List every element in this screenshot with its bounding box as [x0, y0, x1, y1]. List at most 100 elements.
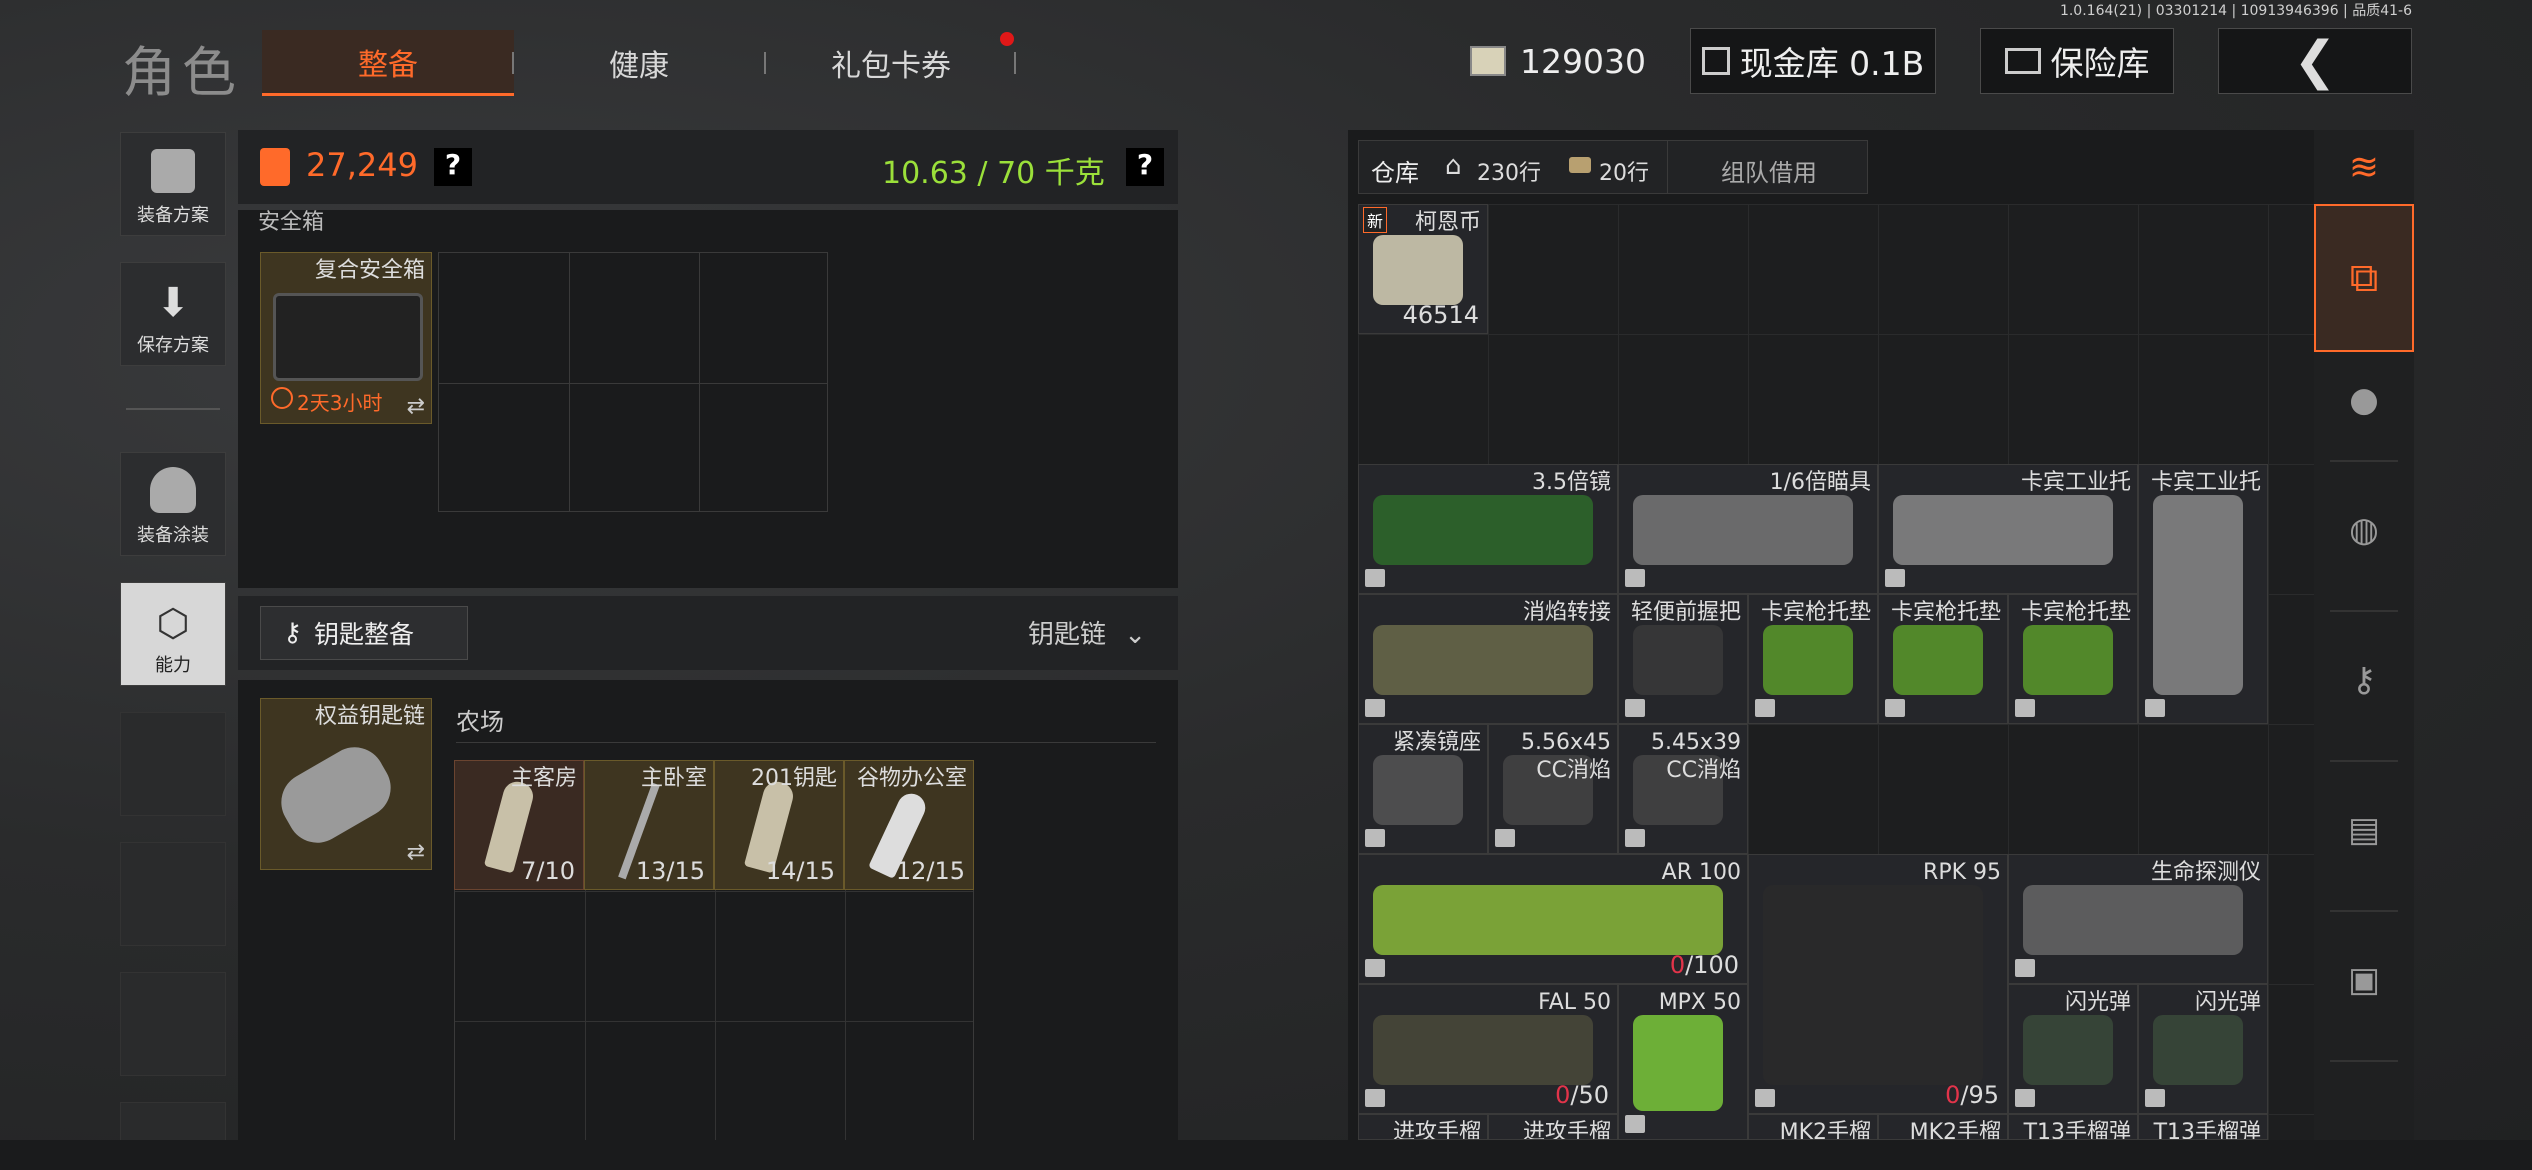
- category-cash-icon[interactable]: ▤: [2314, 790, 2414, 870]
- weight-help-button[interactable]: ?: [1126, 148, 1164, 186]
- item-name: 5.56x45 CC消焰: [1521, 730, 1611, 783]
- box-icon: [1625, 1115, 1645, 1133]
- item-name: 进攻手榴: [1392, 1120, 1481, 1140]
- cash-icon: [1470, 46, 1507, 76]
- tab-health[interactable]: 健康: [514, 30, 764, 96]
- page-title: 角色: [122, 41, 242, 104]
- empty-slot: [120, 972, 226, 1076]
- warehouse-item[interactable]: T13手榴弹: [2008, 1114, 2138, 1140]
- tab-gift-coupons[interactable]: 礼包卡券: [766, 30, 1016, 96]
- category-all-icon[interactable]: ≋: [2314, 130, 2414, 204]
- durability-max: /50: [1570, 1081, 1609, 1109]
- warehouse-item[interactable]: 1/6倍瞄具: [1618, 464, 1878, 594]
- warehouse-item[interactable]: 卡宾枪托垫: [1878, 594, 2008, 724]
- item-name: 卡宾工业托: [2150, 470, 2261, 495]
- save-plan-button[interactable]: ⬇ 保存方案: [120, 262, 226, 366]
- warehouse-item[interactable]: 进攻手榴: [1358, 1114, 1488, 1140]
- item-image: [1373, 625, 1593, 695]
- keychain-image: [270, 736, 402, 854]
- category-gear-icon[interactable]: ⧉: [2314, 204, 2414, 352]
- warehouse-item[interactable]: 紧凑镜座: [1358, 724, 1488, 854]
- warehouse-item[interactable]: 柯恩币 46514 新: [1358, 204, 1488, 334]
- box-icon: [1885, 699, 1905, 717]
- loadout-header: 27,249 ? 10.63 / 70 千克 ?: [238, 130, 1178, 204]
- storage-icon: [1701, 47, 1730, 75]
- item-name: RPK 95: [1923, 860, 2001, 885]
- item-image: [2023, 885, 2243, 955]
- warehouse-item[interactable]: MK2手榴: [1878, 1114, 2008, 1140]
- divider: [2330, 760, 2398, 762]
- warehouse-item[interactable]: 卡宾枪托垫: [2008, 594, 2138, 724]
- warehouse-item[interactable]: 3.5倍镜: [1358, 464, 1618, 594]
- key-item[interactable]: 主卧室 13/15: [584, 760, 714, 890]
- item-name: 3.5倍镜: [1532, 470, 1611, 495]
- warehouse-item[interactable]: T13手榴弹: [2138, 1114, 2268, 1140]
- warehouse-item[interactable]: RPK 95 0/95: [1748, 854, 2008, 1114]
- item-name: 消焰转接: [1522, 600, 1611, 625]
- durability-current: 0: [1555, 1081, 1571, 1109]
- gear-skin-button[interactable]: 装备涂装: [120, 452, 226, 556]
- category-key-icon[interactable]: ⚷: [2314, 640, 2414, 720]
- cash-storage-button[interactable]: 现金库 0.1B: [1690, 28, 1936, 94]
- safe-box-grid: [438, 252, 828, 512]
- warehouse-item[interactable]: 卡宾枪托垫: [1748, 594, 1878, 724]
- warehouse-item[interactable]: 闪光弹: [2008, 984, 2138, 1114]
- divider: [126, 408, 220, 410]
- category-medical-icon[interactable]: ◍: [2314, 490, 2414, 570]
- item-image: [1763, 625, 1853, 695]
- box-icon: [1365, 569, 1385, 587]
- warehouse-item[interactable]: MK2手榴: [1748, 1114, 1878, 1140]
- key-loadout-button[interactable]: ⚷ 钥匙整备: [260, 606, 468, 660]
- swap-icon[interactable]: ⇄: [407, 840, 425, 865]
- item-image: [1633, 625, 1723, 695]
- empty-slot: [120, 712, 226, 816]
- vault-button[interactable]: 保险库: [1980, 28, 2174, 94]
- tab-warehouse[interactable]: 仓库: [1371, 153, 1419, 188]
- key-item[interactable]: 主客房 7/10: [454, 760, 584, 890]
- warehouse-item[interactable]: FAL 50 0/50: [1358, 984, 1618, 1114]
- clock-icon: [271, 387, 293, 409]
- safe-box-image: [273, 293, 423, 381]
- warehouse-item[interactable]: AR 100 0/100: [1358, 854, 1748, 984]
- bottom-bar: [0, 1140, 2532, 1170]
- version-text: 1.0.164(21) | 03301214 | 10913946396 | 品…: [2059, 3, 2412, 19]
- warehouse-item[interactable]: 卡宾工业托: [2138, 464, 2268, 724]
- item-image: [1373, 1015, 1593, 1085]
- item-name: 紧凑镜座: [1392, 730, 1481, 755]
- warehouse-item[interactable]: MPX 50: [1618, 984, 1748, 1140]
- ability-button[interactable]: ⬡ 能力: [120, 582, 226, 686]
- keychain-dropdown[interactable]: 钥匙链 ⌄: [1028, 614, 1146, 651]
- box-icon: [1365, 829, 1385, 847]
- durability-current: 0: [1669, 951, 1686, 979]
- keychain-item[interactable]: 权益钥匙链 ⇄: [260, 698, 432, 870]
- divider: [456, 742, 1156, 743]
- item-name: 卡宾枪托垫: [1890, 600, 2001, 625]
- loadout-plan-button[interactable]: 装备方案: [120, 132, 226, 236]
- tab-gear[interactable]: 整备: [262, 30, 514, 96]
- warehouse-item[interactable]: 闪光弹: [2138, 984, 2268, 1114]
- value-help-button[interactable]: ?: [434, 148, 472, 186]
- safe-box-item[interactable]: 复合安全箱 2天3小时 ⇄: [260, 252, 432, 424]
- tab-separator: [1014, 52, 1016, 74]
- warehouse-item[interactable]: 轻便前握把: [1618, 594, 1748, 724]
- warehouse-item[interactable]: 5.45x39 CC消焰: [1618, 724, 1748, 854]
- back-button[interactable]: ❮: [2218, 28, 2412, 94]
- category-box-icon[interactable]: ▣: [2314, 940, 2414, 1020]
- category-grenade-icon[interactable]: ●: [2314, 360, 2414, 440]
- item-name: 1/6倍瞄具: [1769, 470, 1871, 495]
- warehouse-item[interactable]: 5.56x45 CC消焰: [1488, 724, 1618, 854]
- warehouse-item[interactable]: 生命探测仪: [2008, 854, 2268, 984]
- divider: [2330, 910, 2398, 912]
- item-durability: 0/95: [1945, 1081, 1999, 1109]
- tab-team-borrow[interactable]: 组队借用: [1721, 153, 1817, 188]
- keychain-panel: 权益钥匙链 ⇄ 农场 主客房 7/10 主卧室 13/15 201钥匙 14/1…: [238, 680, 1178, 1160]
- swap-icon[interactable]: ⇄: [407, 394, 425, 419]
- key-item[interactable]: 谷物办公室 12/15: [844, 760, 974, 890]
- box-icon: [1365, 1089, 1385, 1107]
- key-item[interactable]: 201钥匙 14/15: [714, 760, 844, 890]
- durability-max: /100: [1685, 951, 1739, 979]
- warehouse-item[interactable]: 消焰转接: [1358, 594, 1618, 724]
- warehouse-item[interactable]: 卡宾工业托: [1878, 464, 2138, 594]
- warehouse-item[interactable]: 进攻手榴: [1488, 1114, 1618, 1140]
- box-icon: [2145, 1089, 2165, 1107]
